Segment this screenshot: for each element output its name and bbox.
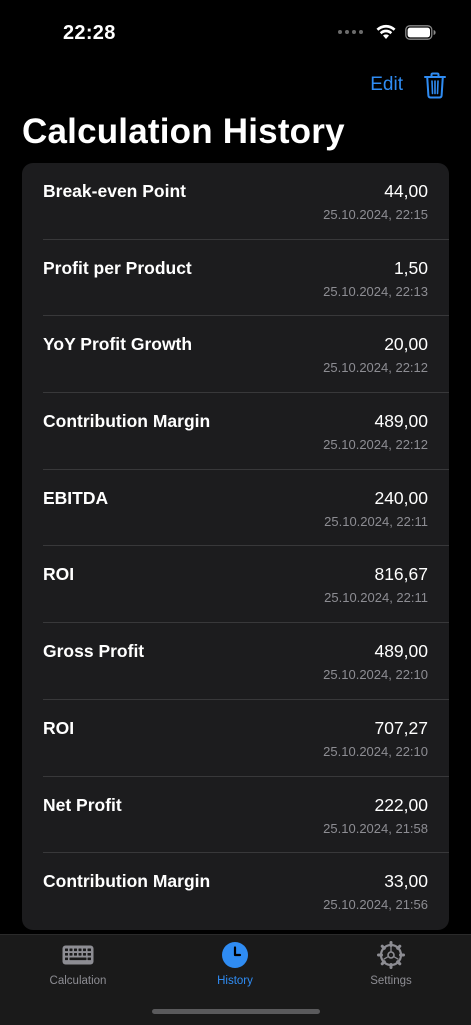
history-row[interactable]: EBITDA 240,00 25.10.2024, 22:11 [22, 470, 449, 547]
status-bar: 22:28 [0, 0, 471, 60]
calculation-value: 33,00 [384, 871, 428, 892]
calculation-name: Profit per Product [43, 257, 192, 278]
history-row[interactable]: Net Profit 222,00 25.10.2024, 21:58 [22, 777, 449, 854]
calculation-value: 707,27 [374, 717, 428, 738]
calculation-timestamp: 25.10.2024, 22:10 [323, 743, 428, 759]
calculation-name: Contribution Margin [43, 411, 211, 432]
status-icons [338, 24, 437, 40]
history-row[interactable]: Gross Profit 489,00 25.10.2024, 22:10 [22, 623, 449, 700]
tab-calculation[interactable]: Calculation [18, 941, 138, 995]
history-row[interactable]: Contribution Margin 489,00 25.10.2024, 2… [22, 393, 449, 470]
calculation-name: Net Profit [43, 794, 122, 815]
calculation-value: 240,00 [374, 487, 428, 508]
calculation-value: 489,00 [374, 411, 428, 432]
home-indicator [152, 1009, 320, 1014]
tab-history[interactable]: History [175, 941, 295, 995]
calculation-value: 489,00 [374, 641, 428, 662]
history-row[interactable]: Break-even Point 44,00 25.10.2024, 22:15 [22, 163, 449, 240]
trash-icon [424, 72, 446, 98]
calculation-name: EBITDA [43, 487, 109, 508]
keyboard-icon [62, 941, 94, 969]
wifi-icon [376, 24, 396, 39]
calculation-timestamp: 25.10.2024, 22:12 [323, 437, 428, 453]
history-row[interactable]: ROI 816,67 25.10.2024, 22:11 [22, 546, 449, 623]
calculation-name: ROI [43, 717, 75, 738]
calculation-value: 1,50 [393, 257, 428, 278]
history-list: Break-even Point 44,00 25.10.2024, 22:15… [22, 163, 449, 930]
tab-label: History [217, 975, 253, 987]
history-row[interactable]: YoY Profit Growth 20,00 25.10.2024, 22:1… [22, 316, 449, 393]
calculation-name: Contribution Margin [43, 871, 211, 892]
calculation-timestamp: 25.10.2024, 22:11 [324, 513, 428, 529]
calculation-value: 222,00 [374, 794, 428, 815]
tab-settings[interactable]: Settings [331, 941, 451, 995]
calculation-name: ROI [43, 564, 75, 585]
trash-button[interactable] [423, 70, 447, 100]
cellular-dots-icon [338, 30, 363, 34]
calculation-timestamp: 25.10.2024, 22:12 [323, 360, 428, 376]
clock-icon [219, 941, 251, 969]
edit-button[interactable]: Edit [370, 74, 403, 96]
status-time: 22:28 [63, 22, 116, 44]
battery-icon [405, 24, 436, 40]
calculation-timestamp: 25.10.2024, 22:10 [323, 667, 428, 683]
calculation-timestamp: 25.10.2024, 21:58 [323, 820, 428, 836]
history-row[interactable]: Contribution Margin 33,00 25.10.2024, 21… [22, 853, 449, 930]
calculation-timestamp: 25.10.2024, 22:15 [323, 207, 428, 222]
nav-actions: Edit [370, 70, 447, 100]
calculation-name: YoY Profit Growth [43, 334, 193, 355]
history-row[interactable]: Profit per Product 1,50 25.10.2024, 22:1… [22, 240, 449, 317]
page-title: Calculation History [22, 112, 345, 151]
tab-label: Settings [370, 975, 412, 987]
calculation-name: Gross Profit [43, 641, 145, 662]
calculation-timestamp: 25.10.2024, 21:56 [323, 897, 428, 913]
calculation-value: 20,00 [384, 334, 428, 355]
calculation-timestamp: 25.10.2024, 22:13 [323, 283, 428, 299]
history-row[interactable]: ROI 707,27 25.10.2024, 22:10 [22, 700, 449, 777]
calculation-value: 44,00 [384, 181, 428, 201]
tab-label: Calculation [49, 975, 107, 987]
calculation-name: Break-even Point [43, 181, 186, 201]
gear-icon [375, 941, 407, 969]
calculation-value: 816,67 [374, 564, 428, 585]
calculation-timestamp: 25.10.2024, 22:11 [324, 590, 428, 606]
